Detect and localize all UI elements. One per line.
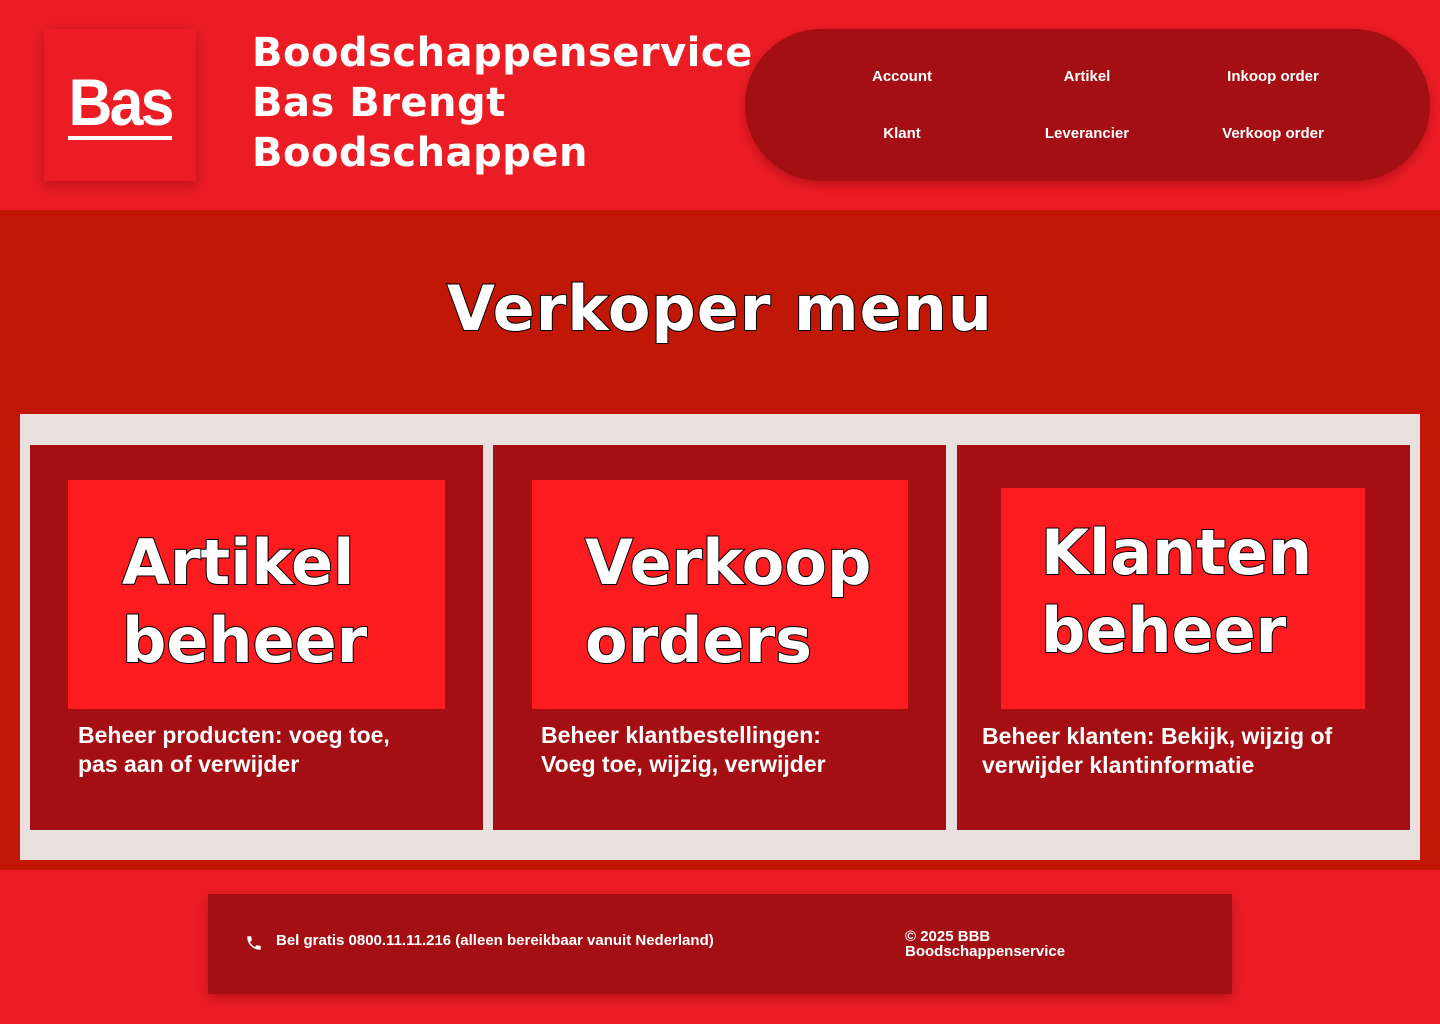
page-title: Verkoper menu	[446, 271, 993, 346]
card-klanten-beheer[interactable]: Klanten beheer Beheer klanten: Bekijk, w…	[957, 445, 1410, 830]
card-description: Beheer klanten: Bekijk, wijzig of verwij…	[982, 722, 1332, 780]
card-hero: Klanten beheer	[1001, 488, 1365, 709]
card-hero: Verkoop orders	[532, 480, 908, 709]
phone-icon	[245, 934, 263, 952]
footer-copyright-line: Boodschappenservice	[905, 943, 1066, 960]
nav-item-account[interactable]: Account	[812, 68, 992, 85]
footer-phone-text[interactable]: Bel gratis 0800.11.11.216 (alleen bereik…	[276, 932, 714, 949]
site-header: Bas Boodschappenservice Bas Brengt Boods…	[0, 0, 1440, 210]
nav-item-artikel[interactable]: Artikel	[997, 68, 1177, 85]
brand-title-line: Boodschappenservice	[252, 30, 753, 76]
card-description-line: verwijder klantinformatie	[982, 752, 1255, 778]
card-hero-line: orders	[584, 603, 813, 678]
main-navigation: Account Artikel Inkoop order Klant Lever…	[745, 29, 1430, 181]
card-hero-title: Artikel beheer	[121, 524, 368, 680]
brand-title-line: Boodschappen	[252, 130, 588, 176]
nav-item-klant[interactable]: Klant	[812, 125, 992, 142]
bas-logo[interactable]: Bas	[44, 29, 196, 181]
card-hero-line: beheer	[121, 603, 368, 678]
card-hero-line: beheer	[1040, 593, 1287, 668]
footer-box: Bel gratis 0800.11.11.216 (alleen bereik…	[208, 894, 1232, 994]
card-description-line: Voeg toe, wijzig, verwijder	[541, 751, 826, 777]
card-hero-title: Klanten beheer	[1040, 514, 1313, 670]
main-content: Verkoper menu Artikel beheer Beheer prod…	[0, 210, 1440, 870]
nav-item-verkoop-order[interactable]: Verkoop order	[1183, 125, 1363, 142]
footer-copyright: © 2025 BBB Boodschappenservice	[905, 929, 1125, 959]
nav-item-inkoop-order[interactable]: Inkoop order	[1183, 68, 1363, 85]
nav-item-leverancier[interactable]: Leverancier	[997, 125, 1177, 142]
card-description: Beheer producten: voeg toe, pas aan of v…	[78, 721, 390, 779]
brand-title: Boodschappenservice Bas Brengt Boodschap…	[252, 28, 752, 178]
card-hero-line: Artikel	[121, 525, 355, 600]
card-description-line: Beheer producten: voeg toe,	[78, 722, 390, 748]
card-description-line: pas aan of verwijder	[78, 751, 300, 777]
brand-title-line: Bas Brengt	[252, 80, 506, 126]
logo-text: Bas	[68, 65, 174, 139]
footer-copyright-line: © 2025 BBB	[905, 928, 991, 945]
card-hero: Artikel beheer	[68, 480, 445, 709]
card-artikel-beheer[interactable]: Artikel beheer Beheer producten: voeg to…	[30, 445, 483, 830]
card-hero-line: Verkoop	[584, 525, 872, 600]
menu-panel: Artikel beheer Beheer producten: voeg to…	[20, 414, 1420, 860]
card-description: Beheer klantbestellingen: Voeg toe, wijz…	[541, 721, 826, 779]
site-footer: Bel gratis 0800.11.11.216 (alleen bereik…	[0, 870, 1440, 1024]
card-description-line: Beheer klanten: Bekijk, wijzig of	[982, 723, 1333, 749]
card-verkoop-orders[interactable]: Verkoop orders Beheer klantbestellingen:…	[493, 445, 946, 830]
card-description-line: Beheer klantbestellingen:	[541, 722, 821, 748]
card-hero-title: Verkoop orders	[584, 524, 872, 680]
card-hero-line: Klanten	[1040, 515, 1313, 590]
